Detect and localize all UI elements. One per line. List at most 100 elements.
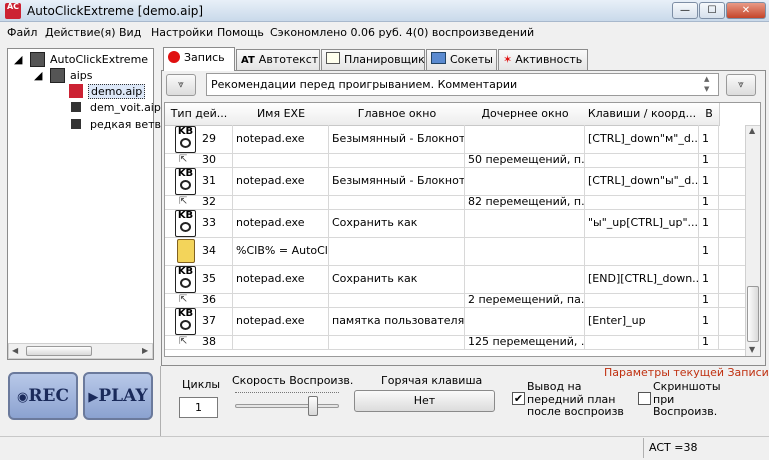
- kb-text: KB: [177, 126, 194, 137]
- keys-cell: [CTRL]_down"м"_d...: [585, 125, 699, 153]
- tab-sockets[interactable]: Сокеты: [426, 49, 497, 70]
- kb-circle: [180, 180, 191, 190]
- aip-file-icon: [71, 102, 81, 112]
- main-window-cell: Безымянный - Блокнот: [329, 167, 465, 195]
- act-counter: ACT =38: [649, 441, 698, 454]
- type-cell: KB 31: [165, 167, 233, 195]
- scroll-down-icon[interactable]: ▼: [749, 345, 755, 354]
- keyboard-action-icon: KB: [175, 308, 196, 335]
- main-window-cell: [329, 237, 465, 265]
- main-window-cell: [329, 293, 465, 307]
- table-row[interactable]: ⇱ 30 50 перемещений, п... 1: [165, 153, 747, 168]
- keyboard-action-icon: KB: [175, 266, 196, 293]
- table-vertical-scrollbar[interactable]: ▲ ▼: [745, 125, 760, 356]
- menu-help[interactable]: Помощь: [217, 26, 264, 39]
- foreground-checkbox[interactable]: ✔: [512, 392, 525, 405]
- panel-divider: [160, 366, 161, 436]
- tab-autotext[interactable]: AT Автотекст: [236, 49, 320, 70]
- menu-bar: Файл Действие(я) Вид Настройки Помощь Сэ…: [0, 23, 769, 43]
- tree-item-file[interactable]: редкая ветв: [90, 118, 161, 131]
- table-row[interactable]: ⇱ 36 2 перемещений, па... 1: [165, 293, 747, 308]
- column-header[interactable]: Тип дей...: [165, 103, 234, 126]
- rec-label: REC: [28, 386, 69, 406]
- child-window-cell: 82 перемещений, п...: [465, 195, 585, 209]
- maximize-button[interactable]: ☐: [699, 2, 725, 19]
- slider-track: [235, 404, 339, 408]
- keys-cell: [585, 335, 699, 349]
- table-row[interactable]: ⇱ 32 82 перемещений, п... 1: [165, 195, 747, 210]
- cycles-input[interactable]: 1: [179, 397, 218, 418]
- kb-text: KB: [177, 210, 194, 221]
- tab-record[interactable]: Запись: [163, 47, 235, 71]
- tree-item-file[interactable]: demo.aip: [88, 84, 146, 99]
- tree-horizontal-scrollbar[interactable]: ◀ ▶: [8, 343, 153, 359]
- close-button[interactable]: ✕: [726, 2, 766, 19]
- keys-cell: [END][CTRL]_down...: [585, 265, 699, 293]
- main-window-cell: Сохранить как: [329, 209, 465, 237]
- tree-item-file[interactable]: dem_voit.aip: [90, 101, 161, 114]
- table-row[interactable]: KB 37 notepad.exe памятка пользователя... [E…: [165, 307, 747, 336]
- table-row[interactable]: 34 %CIB% = AutoCli... 1: [165, 237, 747, 266]
- minimize-button[interactable]: —: [672, 2, 698, 19]
- scroll-left-icon[interactable]: ◀: [12, 346, 18, 355]
- tree-expander[interactable]: ◢: [34, 69, 42, 82]
- table-row[interactable]: ⇱ 38 125 перемещений, ... 1: [165, 335, 747, 350]
- menu-actions[interactable]: Действие(я): [45, 26, 116, 39]
- column-header[interactable]: Имя EXE: [233, 103, 330, 126]
- comment-field[interactable]: Рекомендации перед проигрыванием. Коммен…: [206, 73, 719, 96]
- scroll-right-icon[interactable]: ▶: [142, 346, 148, 355]
- collapse-left-button[interactable]: ⩔: [166, 74, 196, 96]
- scroll-up-icon[interactable]: ▲: [749, 126, 755, 135]
- tree-item-folder[interactable]: aips: [70, 69, 93, 82]
- menu-settings[interactable]: Настройки: [151, 26, 213, 39]
- type-cell: 34: [165, 237, 233, 265]
- table-row[interactable]: KB 35 notepad.exe Сохранить как [END][CTRL]_…: [165, 265, 747, 294]
- comment-spin-icon[interactable]: ▲ ▼: [704, 74, 709, 94]
- menu-file[interactable]: Файл: [7, 26, 37, 39]
- scroll-thumb[interactable]: [747, 286, 759, 342]
- table-row[interactable]: KB 31 notepad.exe Безымянный - Блокнот [CTRL…: [165, 167, 747, 196]
- tab-label: Сокеты: [450, 53, 493, 66]
- column-header[interactable]: В: [699, 103, 720, 126]
- screenshots-label-3: Воспроизв.: [653, 405, 718, 418]
- speed-slider[interactable]: [233, 390, 341, 418]
- row-number: 37: [202, 314, 216, 327]
- status-bar: ACT =38: [0, 436, 769, 460]
- tab-scheduler[interactable]: Планировщик: [321, 49, 425, 70]
- chevron-down-icon: ⩔: [738, 79, 744, 90]
- scroll-thumb[interactable]: [26, 346, 92, 356]
- hotkey-button[interactable]: Нет: [354, 390, 495, 412]
- savings-text: Сэкономлено 0.06 руб. 4(0) воспроизведен…: [270, 26, 535, 39]
- kb-circle: [180, 138, 191, 148]
- play-button[interactable]: ▶PLAY: [83, 372, 153, 420]
- aip-file-icon: [71, 119, 81, 129]
- collapse-right-button[interactable]: ⩔: [726, 74, 756, 96]
- column-header[interactable]: Клавиши / коорд...: [585, 103, 700, 126]
- folder-icon: [50, 68, 65, 83]
- check-icon: ✔: [513, 392, 524, 405]
- screenshots-checkbox[interactable]: [638, 392, 651, 405]
- table-row[interactable]: KB 33 notepad.exe Сохранить как "ы"_up[CTRL]…: [165, 209, 747, 238]
- kb-circle: [180, 278, 191, 288]
- table-row[interactable]: KB 29 notepad.exe Безымянный - Блокнот [CTRL…: [165, 125, 747, 154]
- type-cell: ⇱ 36: [165, 293, 233, 307]
- rec-button[interactable]: ◉REC: [8, 372, 78, 420]
- tree-expander[interactable]: ◢: [14, 53, 22, 66]
- menu-view[interactable]: Вид: [119, 26, 141, 39]
- record-params-link[interactable]: Параметры текущей Записи: [604, 366, 769, 379]
- exe-cell: [233, 293, 329, 307]
- tab-activity[interactable]: ✶ Активность: [498, 49, 588, 70]
- exe-cell: [233, 335, 329, 349]
- type-cell: KB 37: [165, 307, 233, 335]
- main-window-cell: Сохранить как: [329, 265, 465, 293]
- kb-text: KB: [177, 266, 194, 277]
- keys-cell: [585, 195, 699, 209]
- column-header[interactable]: Дочернее окно: [465, 103, 586, 126]
- v-cell: 1: [699, 293, 719, 307]
- main-window-cell: [329, 153, 465, 167]
- slider-thumb[interactable]: [308, 396, 318, 416]
- child-window-cell: [465, 209, 585, 237]
- column-header[interactable]: Главное окно: [329, 103, 466, 126]
- row-number: 29: [202, 132, 216, 145]
- tree-item-root[interactable]: AutoClickExtreme: [50, 53, 148, 66]
